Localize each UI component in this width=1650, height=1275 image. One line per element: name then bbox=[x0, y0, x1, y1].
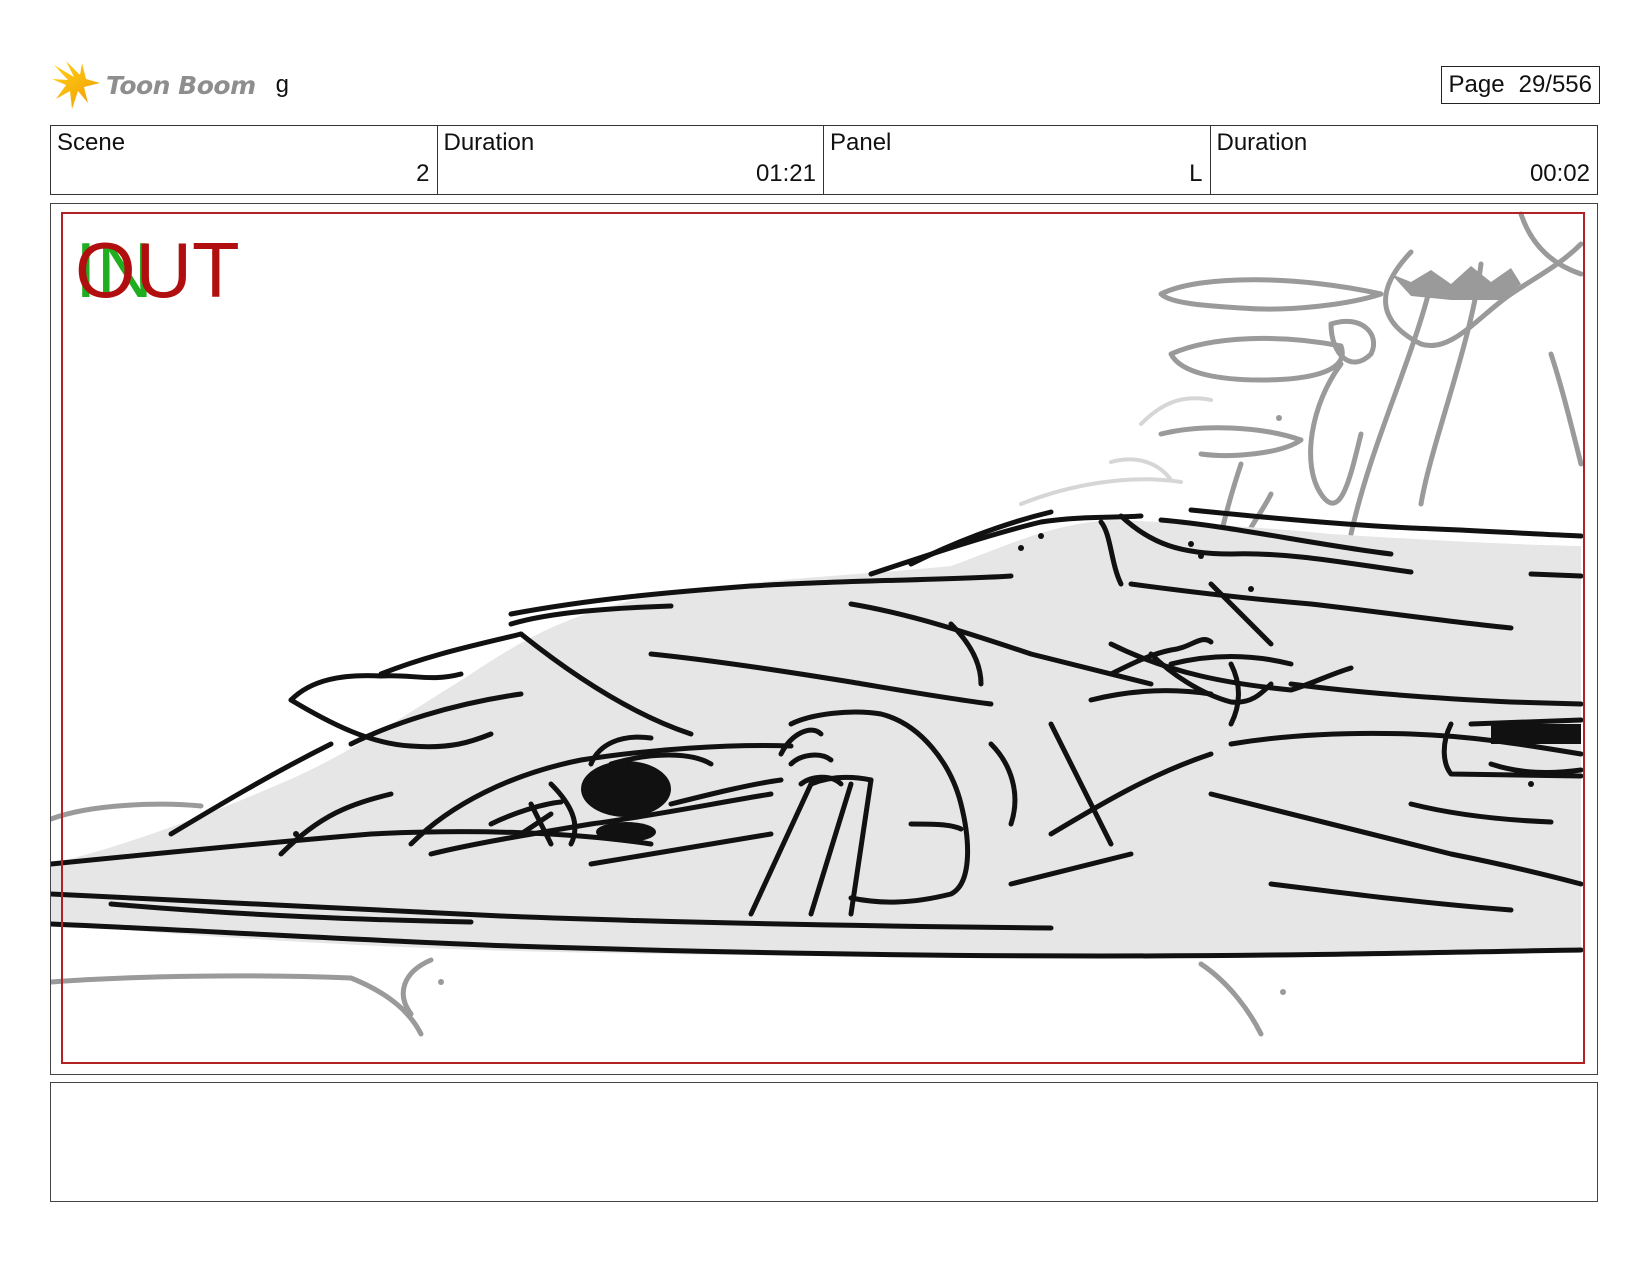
in-out-overlay: IN OUT bbox=[75, 230, 255, 310]
panel-duration-label: Duration bbox=[1216, 129, 1308, 156]
page-indicator: Page 29/556 bbox=[1440, 66, 1600, 104]
panel-sketch-image bbox=[51, 211, 1584, 1037]
toon-boom-logo: Toon Boom g bbox=[52, 56, 289, 114]
panel-duration-value: 00:02 bbox=[1529, 160, 1590, 187]
panel-duration-cell: Duration 00:02 bbox=[1211, 126, 1598, 194]
scene-label: Scene bbox=[57, 129, 126, 156]
panel-cell: Panel L bbox=[824, 126, 1211, 194]
page-label: Page bbox=[1448, 71, 1505, 98]
panel-info-bar: Scene 2 Duration 01:21 Panel L Duration … bbox=[50, 125, 1598, 195]
brand-name: Toon Boom bbox=[106, 70, 256, 100]
scene-duration-cell: Duration 01:21 bbox=[438, 126, 824, 194]
project-name: g bbox=[275, 71, 289, 98]
scene-duration-value: 01:21 bbox=[755, 160, 816, 187]
page-number: 29/556 bbox=[1518, 71, 1592, 98]
scene-value: 2 bbox=[416, 160, 430, 187]
panel-label: Panel bbox=[830, 129, 892, 156]
scene-duration-label: Duration bbox=[443, 129, 535, 156]
out-label: OUT bbox=[75, 226, 240, 314]
panel-notes-box bbox=[50, 1082, 1598, 1202]
scene-cell: Scene 2 bbox=[51, 126, 438, 194]
storyboard-panel: IN OUT bbox=[50, 203, 1598, 1075]
panel-value: L bbox=[1189, 160, 1203, 187]
toon-boom-burst-icon bbox=[52, 61, 100, 109]
